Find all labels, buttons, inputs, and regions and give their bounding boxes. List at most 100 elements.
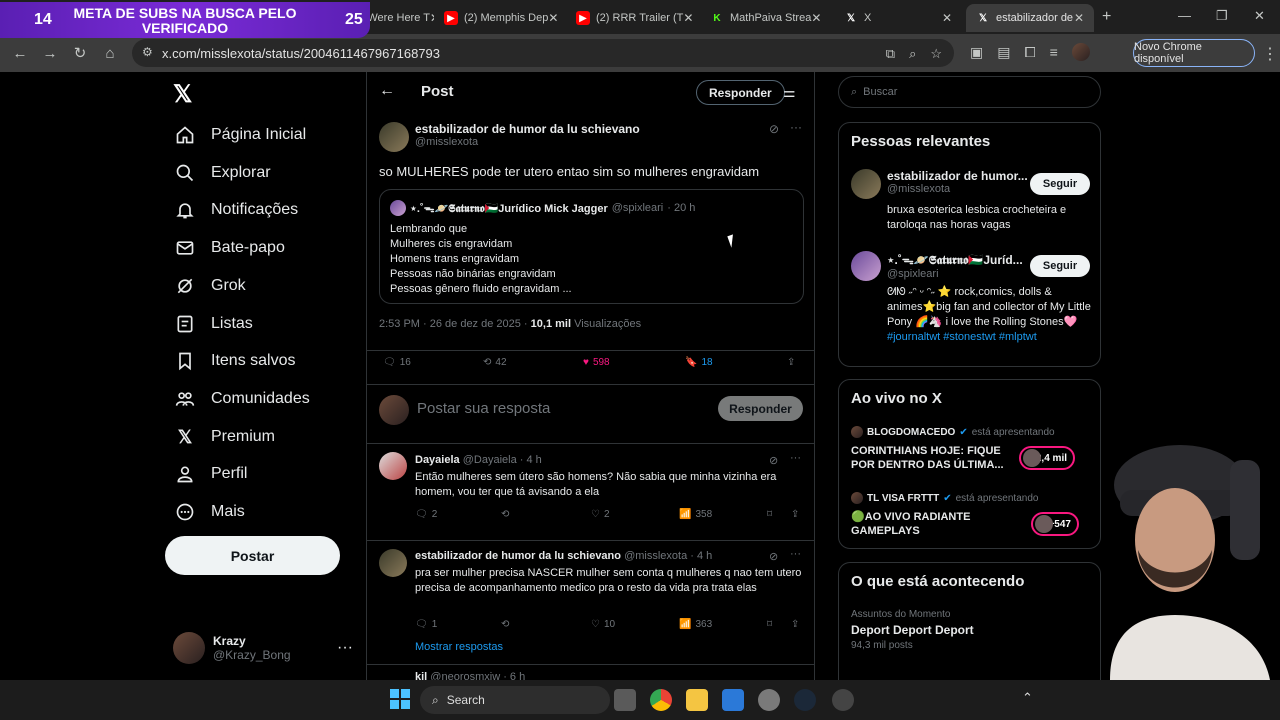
nav-profile[interactable]: Perfil (175, 461, 247, 487)
hashtags[interactable]: #journaltwt #stonestwt #mlptwt (887, 331, 1037, 343)
nav-communities[interactable]: Comunidades (175, 386, 310, 412)
reply-header-button[interactable]: Responder (696, 80, 785, 105)
live-title[interactable]: 🟢AO VIVO RADIANTE GAMEPLAYS (851, 510, 1011, 538)
share-icon[interactable]: ⇪ (791, 509, 799, 520)
close-icon[interactable]: ✕ (683, 11, 693, 25)
follow-button[interactable]: Seguir (1030, 173, 1090, 195)
bookmark-action[interactable]: 🔖 18 (685, 357, 713, 368)
tab-1[interactable]: ▶ (2) Memphis Dep ✕ (434, 4, 564, 32)
reply-action[interactable]: 🗨 2 (415, 509, 437, 520)
bookmark-icon[interactable]: ⌑ (767, 619, 772, 630)
more-icon[interactable]: ··· (790, 452, 801, 464)
zoom-icon[interactable]: ⌕ (909, 46, 916, 62)
nav-grok[interactable]: Grok (175, 273, 246, 299)
live-listeners-pill[interactable]: +2,4 mil (1019, 446, 1075, 470)
live-host[interactable]: TL VISA FRTTT ✔ está apresentando (851, 492, 1038, 504)
x-logo-icon[interactable]: 𝕏 (173, 80, 192, 109)
avatar[interactable] (851, 169, 881, 199)
post-button[interactable]: Postar (165, 536, 340, 575)
repost-action[interactable]: ⟲ (501, 619, 509, 630)
chrome-update-button[interactable]: Novo Chrome disponível (1133, 39, 1255, 67)
install-icon[interactable]: ⧉ (886, 46, 895, 62)
home-icon[interactable]: ⌂ (96, 45, 124, 62)
live-host[interactable]: BLOGDOMACEDO ✔ está apresentando (851, 426, 1055, 438)
maximize-icon[interactable]: ❐ (1216, 8, 1228, 24)
forward-icon[interactable]: → (36, 45, 64, 62)
menu-icon[interactable]: ⋮ (1262, 44, 1278, 64)
site-info-icon[interactable]: ⚙ (142, 45, 153, 59)
person-name[interactable]: estabilizador de humor... (887, 169, 1028, 183)
new-tab-button[interactable]: + (1102, 8, 1111, 26)
reply-author-handle[interactable]: @Dayaiela · 4 h (463, 454, 542, 466)
nav-more[interactable]: Mais (175, 499, 245, 525)
reply-action[interactable]: 🗨 16 (383, 357, 411, 368)
app-icon[interactable] (832, 689, 854, 711)
task-view-icon[interactable] (614, 689, 636, 711)
author-name[interactable]: estabilizador de humor da lu schievano (415, 122, 640, 136)
file-explorer-icon[interactable] (686, 689, 708, 711)
avatar[interactable] (851, 251, 881, 281)
person-handle[interactable]: @spixleari (887, 268, 1023, 280)
close-icon[interactable]: ✕ (548, 11, 558, 25)
reply-post[interactable]: Dayaiela @Dayaiela · 4 h ⊘ ··· Então mul… (367, 452, 814, 532)
grok-icon[interactable]: ⊘ (769, 550, 778, 563)
avatar[interactable] (379, 122, 409, 152)
chrome-icon[interactable] (650, 689, 672, 711)
live-listeners-pill[interactable]: +547 (1031, 512, 1079, 536)
tab-3[interactable]: K MathPaiva Strea ✕ (700, 4, 830, 32)
author-handle[interactable]: @misslexota (415, 136, 640, 148)
close-icon[interactable]: ✕ (942, 11, 952, 25)
windows-start-icon[interactable] (390, 689, 410, 709)
profile-avatar[interactable] (1071, 43, 1090, 61)
grok-icon[interactable]: ⊘ (769, 454, 778, 467)
nav-explore[interactable]: Explorar (175, 160, 271, 186)
more-icon[interactable]: ··· (790, 548, 801, 560)
nav-premium[interactable]: 𝕏 Premium (175, 424, 275, 450)
repost-action[interactable]: ⟲ (501, 509, 509, 520)
nav-bookmarks[interactable]: Itens salvos (175, 348, 295, 374)
back-icon[interactable]: ← (6, 45, 34, 62)
reply-author-name[interactable]: kil (415, 671, 427, 680)
store-icon[interactable] (722, 689, 744, 711)
more-icon[interactable]: ··· (790, 120, 802, 134)
like-action[interactable]: ♡ 10 (591, 619, 615, 630)
tab-2[interactable]: ▶ (2) RRR Trailer (T ✕ (566, 4, 696, 32)
settings-icon[interactable] (758, 689, 780, 711)
live-title[interactable]: CORINTHIANS HOJE: FIQUE POR DENTRO DAS Ú… (851, 444, 1011, 472)
grok-icon[interactable]: ⊘ (769, 122, 779, 136)
like-action[interactable]: ♥ 598 (583, 357, 610, 368)
follow-button[interactable]: Seguir (1030, 255, 1090, 277)
avatar[interactable] (379, 452, 407, 480)
share-icon[interactable]: ⇪ (791, 619, 799, 630)
reply-submit-button[interactable]: Responder (718, 396, 803, 421)
search-input[interactable]: ⌕ Buscar (838, 76, 1101, 108)
reply-action[interactable]: 🗨 1 (415, 619, 437, 630)
star-icon[interactable]: ☆ (930, 46, 942, 62)
repost-action[interactable]: ⟲ 42 (483, 357, 507, 368)
tab-5-active[interactable]: 𝕏estabilizador de ✕ (966, 4, 1094, 32)
post-timestamp[interactable]: 2:53 PM · 26 de dez de 2025 · (379, 318, 528, 330)
tab-4[interactable]: 𝕏 X ✕ (834, 4, 962, 32)
reply-author-name[interactable]: estabilizador de humor da lu schievano (415, 550, 621, 562)
close-icon[interactable]: ✕ (811, 11, 821, 25)
views-action[interactable]: 📶 358 (679, 509, 712, 520)
person-name[interactable]: ⋆.˚ᯓ🪐𝕾𝖆𝖙𝖚𝖗𝖓𝖔🇵🇸Juríd... (887, 251, 1023, 268)
back-arrow-icon[interactable]: ← (379, 82, 395, 100)
settings-sliders-icon[interactable]: ⚌ (783, 84, 796, 101)
avatar[interactable] (379, 549, 407, 577)
reply-post[interactable]: estabilizador de humor da lu schievano @… (367, 540, 814, 640)
reply-author-name[interactable]: Dayaiela (415, 454, 460, 466)
show-replies-link[interactable]: Mostrar respostas (415, 641, 503, 653)
nav-lists[interactable]: Listas (175, 311, 253, 337)
minimize-icon[interactable]: — (1178, 8, 1191, 23)
trend-name[interactable]: Deport Deport Deport (851, 623, 974, 637)
extension-icon[interactable]: ▤ (997, 44, 1010, 61)
nav-notifications[interactable]: Notificações (175, 197, 298, 223)
media-icon[interactable]: ≡ (1050, 44, 1058, 60)
extension-icon[interactable]: ▣ (970, 44, 983, 61)
steam-icon[interactable] (794, 689, 816, 711)
close-icon[interactable]: ✕ (1074, 11, 1084, 25)
views-action[interactable]: 📶 363 (679, 619, 712, 630)
like-action[interactable]: ♡ 2 (591, 509, 610, 520)
address-bar[interactable]: ⚙ x.com/misslexota/status/20046114679671… (132, 39, 954, 67)
